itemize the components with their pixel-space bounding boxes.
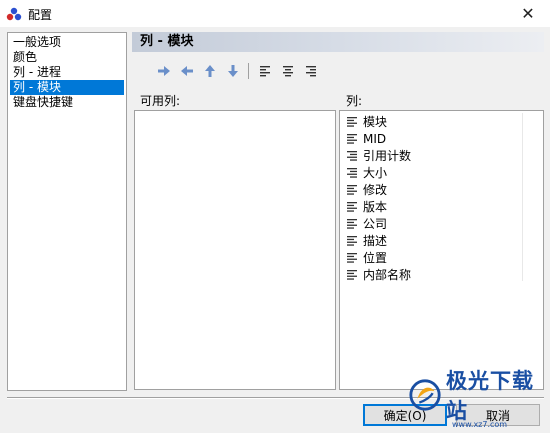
close-button[interactable]: ✕ <box>506 0 550 27</box>
move-down-button[interactable] <box>223 62 243 80</box>
nav-item[interactable]: 列 - 进程 <box>10 65 124 80</box>
column-item[interactable]: 位置 <box>340 249 543 266</box>
close-icon: ✕ <box>521 4 535 23</box>
column-item-label: 位置 <box>363 251 388 265</box>
column-item[interactable]: 引用计数 <box>340 147 543 164</box>
columns-list[interactable]: 模块 MID 引用计数大小修改版本公司描述位置内部名称 <box>339 110 544 390</box>
watermark-url: www.xz7.com <box>452 420 508 429</box>
available-columns-label: 可用列: <box>140 94 181 108</box>
align-left-icon <box>347 235 357 246</box>
arrow-down-icon <box>228 65 238 77</box>
column-item-label: 版本 <box>363 200 388 214</box>
column-item-label: 模块 <box>363 115 388 129</box>
column-item[interactable]: MID <box>340 130 543 147</box>
column-item[interactable]: 内部名称 <box>340 266 543 283</box>
align-left-button[interactable] <box>255 62 275 80</box>
column-item[interactable]: 描述 <box>340 232 543 249</box>
app-icon <box>6 7 22 21</box>
align-left-icon <box>347 218 357 229</box>
section-header: 列 - 模块 <box>132 32 544 52</box>
column-item-label: 大小 <box>363 166 388 180</box>
align-center-button[interactable] <box>278 62 298 80</box>
arrow-right-icon <box>158 66 170 76</box>
column-item-label: MID <box>363 131 387 146</box>
column-item-label: 修改 <box>363 183 388 197</box>
category-list[interactable]: 一般选项 颜色列 - 进程列 - 模块 键盘快捷键 <box>7 32 127 391</box>
columns-label: 列: <box>346 94 363 108</box>
toolbar-separator <box>248 63 249 79</box>
nav-item[interactable]: 键盘快捷键 <box>10 95 124 110</box>
nav-item[interactable]: 一般选项 <box>10 35 124 50</box>
align-left-icon <box>347 184 357 195</box>
align-right-button[interactable] <box>301 62 321 80</box>
watermark: 极光下载站 <box>408 369 550 423</box>
arrow-up-icon <box>205 65 215 77</box>
column-item-label: 描述 <box>363 234 388 248</box>
align-right-icon <box>306 66 316 77</box>
align-right-icon <box>347 150 357 161</box>
align-left-icon <box>347 252 357 263</box>
align-left-icon <box>260 66 270 77</box>
title-bar: 配置 ✕ <box>0 0 550 27</box>
available-columns-list[interactable] <box>134 110 336 390</box>
column-item-label: 引用计数 <box>363 149 412 163</box>
watermark-text: 极光下载站 <box>446 369 535 423</box>
column-item[interactable]: 大小 <box>340 164 543 181</box>
align-right-icon <box>347 167 357 178</box>
window-title: 配置 <box>28 8 53 22</box>
align-left-icon <box>347 116 357 127</box>
align-left-icon <box>347 133 357 144</box>
move-up-button[interactable] <box>200 62 220 80</box>
column-item[interactable]: 修改 <box>340 181 543 198</box>
nav-item[interactable]: 列 - 模块 <box>10 80 124 95</box>
column-toolbar <box>154 62 324 80</box>
align-left-icon <box>347 201 357 212</box>
content-panel: 列 - 模块 可用列: 列: 模块 MID 引用计数大小修改版本公司描述位置内部名称 <box>132 32 544 391</box>
move-left-button[interactable] <box>177 62 197 80</box>
column-item[interactable]: 版本 <box>340 198 543 215</box>
watermark-logo-icon <box>409 379 441 411</box>
align-center-icon <box>283 66 293 77</box>
nav-item[interactable]: 颜色 <box>10 50 124 65</box>
align-left-icon <box>347 269 357 280</box>
column-item[interactable]: 公司 <box>340 215 543 232</box>
column-item-label: 内部名称 <box>363 268 412 282</box>
arrow-left-icon <box>181 66 193 76</box>
column-item[interactable]: 模块 <box>340 113 543 130</box>
column-guide-line <box>522 113 523 281</box>
column-item-label: 公司 <box>363 217 388 231</box>
move-right-button[interactable] <box>154 62 174 80</box>
